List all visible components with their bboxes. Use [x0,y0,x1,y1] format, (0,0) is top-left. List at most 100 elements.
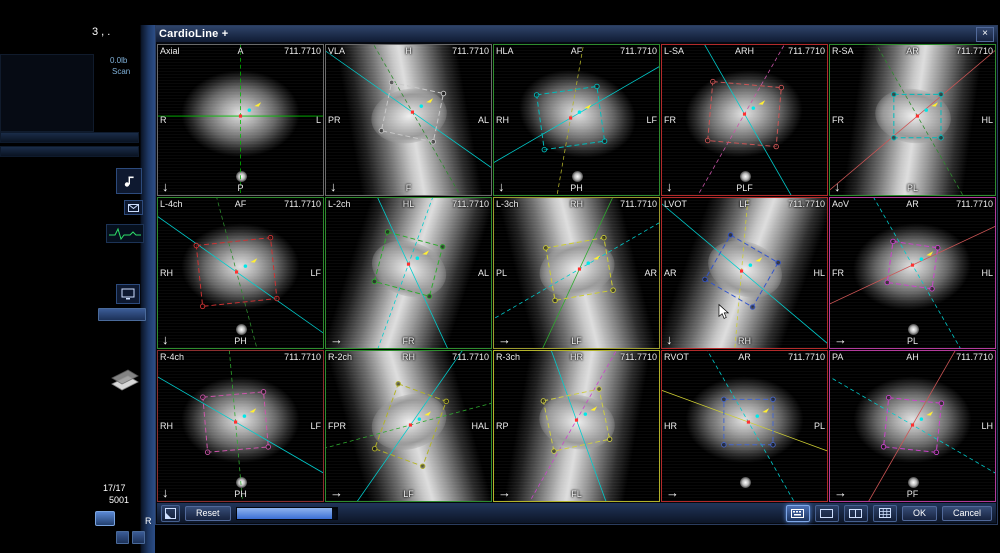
keyboard-panel-button[interactable] [786,505,810,522]
slice-position-label: 711.7710 [452,199,489,209]
image-counter: 17/17 [103,483,126,493]
progress-fill [237,508,332,519]
orientation-label-right: HL [981,268,993,278]
sidebar-tab-chip[interactable] [98,308,146,321]
orientation-label-bottom: RH [738,336,751,346]
mri-panel[interactable]: LVOTLF711.7710ARHLRH↓ [661,197,828,349]
titlebar[interactable]: CardioLine + × [156,26,997,43]
phase-direction-arrow-icon: ↓ [330,179,337,194]
split-layout-button[interactable] [844,505,868,522]
frame-toggle-button[interactable] [161,505,180,522]
slice-plan-overlay[interactable] [662,351,827,501]
grid-layout-button[interactable] [873,505,897,522]
mri-panel[interactable]: L-4chAF711.7710RHLFPH↓ [157,197,324,349]
split-frame-icon [849,509,862,518]
series-number: 5001 [109,495,129,505]
orientation-label-left: FR [832,268,844,278]
slice-plan-overlay[interactable] [494,198,659,348]
slice-position-label: 711.7710 [284,352,321,362]
panel-name-label: RVOT [664,352,689,362]
orientation-label-left: RH [160,421,173,431]
mri-panel[interactable]: R-2chRH711.7710FPRHALLF→ [325,350,492,502]
phase-direction-arrow-icon: → [498,332,511,347]
phase-direction-arrow-icon: ↓ [666,332,673,347]
orientation-label-bottom: PF [907,489,919,499]
mri-panel[interactable]: PAAH711.7710LHPF→ [829,350,996,502]
monitor-icon [121,288,135,300]
keyboard-icon [791,509,804,518]
slice-position-label: 711.7710 [452,352,489,362]
phase-direction-arrow-icon: ↓ [162,179,169,194]
mri-panel[interactable]: L-2chHL711.7710ALFR→ [325,197,492,349]
orientation-label-bottom: F [406,183,412,193]
reset-button[interactable]: Reset [185,506,231,521]
orientation-label-top: HR [570,352,583,362]
slice-plan-overlay[interactable] [326,351,491,501]
phase-direction-arrow-icon: → [834,332,847,347]
slice-plan-overlay[interactable] [662,45,827,195]
slice-plan-overlay[interactable] [158,351,323,501]
slice-plan-overlay[interactable] [830,198,995,348]
orientation-label-top: RH [570,199,583,209]
taskbar-chip[interactable] [116,531,129,544]
collapsed-panel-bar[interactable] [0,132,139,143]
orientation-label-bottom: PH [234,489,247,499]
panel-name-label: L-4ch [160,199,183,209]
close-button[interactable]: × [976,27,994,42]
orientation-label-left: RP [496,421,509,431]
mri-panel[interactable]: R-3chHR711.7710RPFL→ [493,350,660,502]
display-tool-button[interactable] [116,284,140,304]
slice-position-label: 711.7710 [620,352,657,362]
slice-plan-overlay[interactable] [494,45,659,195]
mri-panel[interactable]: HLAAF711.7710RHLFPH↓ [493,44,660,196]
mri-panel[interactable]: VLAH711.7710PRALF↓ [325,44,492,196]
slice-plan-overlay[interactable] [494,351,659,501]
panel-name-label: AoV [832,199,849,209]
single-layout-button[interactable] [815,505,839,522]
orientation-label-bottom: FR [403,336,415,346]
mri-panel[interactable]: RVOTAR711.7710HRPL→ [661,350,828,502]
slice-plan-overlay[interactable] [158,45,323,195]
mri-panel[interactable]: R-SAAR711.7710FRHLPL↓ [829,44,996,196]
slice-position-label: 711.7710 [452,46,489,56]
slice-plan-overlay[interactable] [326,45,491,195]
orientation-label-bottom: PLF [736,183,753,193]
slice-plan-overlay[interactable] [158,198,323,348]
sidebar-action-button[interactable] [95,511,115,526]
orientation-label-right: PL [814,421,825,431]
corner-frame-icon [165,508,176,519]
mri-panel[interactable]: AoVAR711.7710FRHLPL→ [829,197,996,349]
slice-position-label: 711.7710 [788,199,825,209]
viewport-grid: AxialA711.7710RLP↓VLAH711.7710PRALF↓HLAA… [157,44,996,502]
orientation-label-left: PL [496,268,507,278]
collapsed-panel-bar[interactable] [0,146,139,157]
panel-name-label: R-2ch [328,352,352,362]
mri-panel[interactable]: R-4ch711.7710RHLFPH↓ [157,350,324,502]
orientation-label-top: LF [739,199,750,209]
slice-plan-overlay[interactable] [326,198,491,348]
slice-plan-overlay[interactable] [662,198,827,348]
slice-plan-overlay[interactable] [830,45,995,195]
cancel-button[interactable]: Cancel [942,506,992,521]
mri-panel[interactable]: AxialA711.7710RLP↓ [157,44,324,196]
progress-bar [236,507,338,520]
slice-position-label: 711.7710 [956,199,993,209]
orientation-label-bottom: PH [234,336,247,346]
ok-button[interactable]: OK [902,506,937,521]
mri-panel[interactable]: L-SAARH711.7710FRPLF↓ [661,44,828,196]
audio-tool-button[interactable] [116,168,142,194]
panel-name-label: R-3ch [496,352,520,362]
message-button[interactable] [124,200,143,215]
orientation-label-left: PR [328,115,341,125]
panel-name-label: L-SA [664,46,684,56]
orientation-label-top: AR [906,46,919,56]
orientation-label-left: AR [664,268,677,278]
slab-group-button[interactable] [108,362,142,401]
orientation-label-top: AF [571,46,583,56]
phase-direction-arrow-icon: ↓ [162,332,169,347]
taskbar-chip[interactable] [132,531,145,544]
slice-plan-overlay[interactable] [830,351,995,501]
orientation-label-left: R [160,115,167,125]
panel-name-label: LVOT [664,199,687,209]
mri-panel[interactable]: L-3chRH711.7710PLARLF→ [493,197,660,349]
